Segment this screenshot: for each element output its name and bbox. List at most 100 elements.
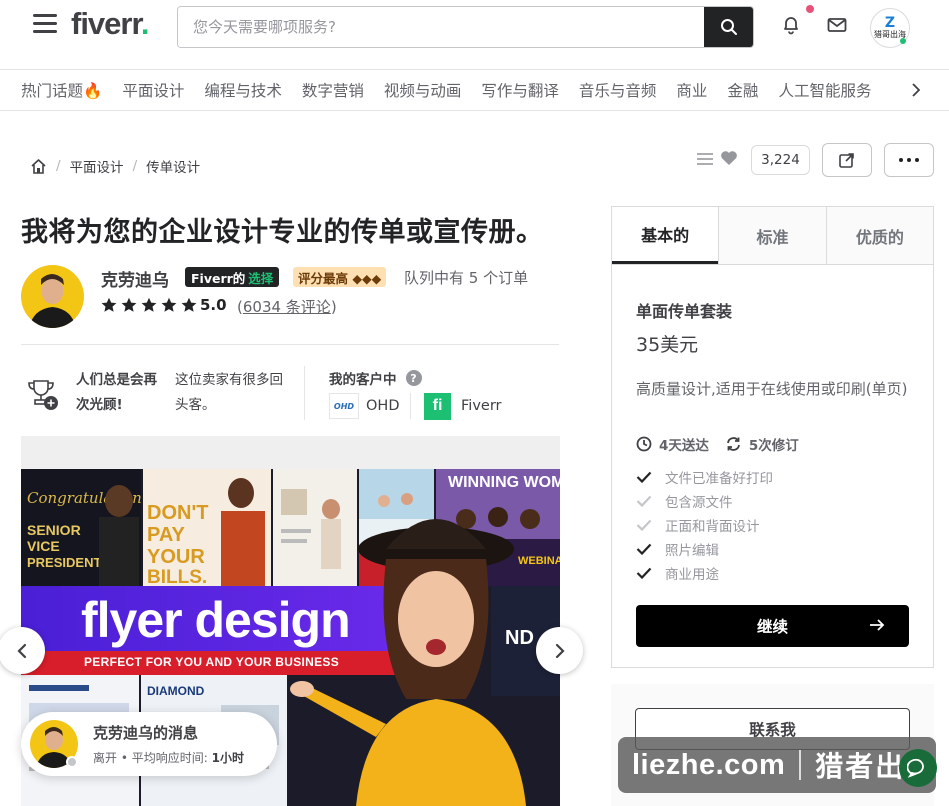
category-digital-marketing[interactable]: 数字营销 — [302, 79, 364, 101]
package-name: 单面传单套装 — [636, 302, 733, 321]
search-icon — [720, 19, 737, 35]
category-writing-translation[interactable]: 写作与翻译 — [481, 79, 559, 101]
review-count-link[interactable]: (6034 条评论) — [237, 296, 337, 317]
feature-item: 包含源文件 — [636, 489, 773, 513]
check-icon — [636, 543, 652, 555]
package-price: 35美元 — [636, 334, 699, 356]
watermark: liezhe.com 猎者出海 — [618, 737, 936, 793]
messages-envelope-icon[interactable] — [826, 14, 848, 36]
svg-text:SENIOR: SENIOR — [27, 522, 81, 538]
repeat-buyers-title: 人们总是会再次光顾! — [76, 372, 157, 413]
breadcrumb-graphic-design[interactable]: 平面设计 — [70, 156, 124, 176]
collage-tile: DON'T PAY YOUR BILLS. — [143, 469, 271, 586]
model-photo — [276, 509, 560, 806]
check-icon — [636, 471, 652, 483]
divider — [410, 393, 411, 419]
notification-dot — [806, 5, 814, 13]
client-fiverr: fi Fiverr — [424, 392, 501, 420]
divider — [21, 344, 559, 345]
fiverr-client-logo: fi — [424, 392, 451, 420]
svg-text:PAY: PAY — [147, 524, 185, 546]
tab-standard[interactable]: 标准 — [718, 207, 826, 264]
ohd-logo: OHD — [329, 393, 359, 419]
client-ohd: OHD OHD — [329, 393, 399, 419]
category-trending[interactable]: 热门话题🔥 — [21, 79, 102, 101]
feature-item: 正面和背面设计 — [636, 513, 773, 537]
category-graphic-design[interactable]: 平面设计 — [122, 79, 184, 101]
breadcrumb-flyer-design[interactable]: 传单设计 — [146, 156, 200, 176]
home-icon[interactable] — [30, 158, 47, 175]
category-finance[interactable]: 金融 — [727, 79, 758, 101]
share-icon — [839, 153, 854, 168]
rating-value: 5.0 — [200, 296, 227, 314]
tab-basic[interactable]: 基本的 — [612, 207, 719, 264]
menu-hamburger-icon[interactable] — [33, 14, 57, 34]
svg-text:BILLS.: BILLS. — [147, 567, 207, 586]
svg-text:DON'T: DON'T — [147, 502, 208, 524]
question-icon[interactable]: ? — [405, 370, 422, 386]
like-count: 3,224 — [751, 145, 810, 175]
category-ai-services[interactable]: 人工智能服务 — [778, 79, 871, 101]
clock-icon — [636, 436, 652, 452]
watermark-latin: liezhe.com — [632, 748, 786, 781]
breadcrumb-separator: / — [56, 158, 61, 174]
list-menu-icon[interactable] — [697, 151, 713, 167]
chevron-right-icon — [555, 643, 565, 658]
category-video-animation[interactable]: 视频与动画 — [384, 79, 462, 101]
more-options-button[interactable] — [884, 143, 934, 177]
category-programming[interactable]: 编程与技术 — [204, 79, 282, 101]
notification-bell-icon[interactable] — [780, 14, 802, 36]
gallery-next-button[interactable] — [536, 627, 583, 674]
star-rating — [101, 295, 201, 315]
chat-bubble-icon[interactable] — [899, 749, 937, 787]
package-tabs: 基本的 标准 优质的 — [612, 207, 933, 265]
feature-item: 照片编辑 — [636, 537, 773, 561]
share-button[interactable] — [822, 143, 872, 177]
message-title: 克劳迪乌的消息 — [93, 724, 199, 742]
fiverr-choice-badge: Fiverr的 选择 — [185, 267, 280, 287]
search-input[interactable] — [178, 7, 705, 47]
heart-icon[interactable] — [720, 150, 740, 168]
chevron-left-icon — [16, 643, 26, 658]
star-icon — [141, 297, 157, 312]
package-description: 高质量设计,适用于在线使用或印刷(单页) — [636, 380, 908, 398]
seller-message-card[interactable]: 克劳迪乌的消息 离开 • 平均响应时间: 1小时 — [21, 712, 277, 776]
continue-button[interactable]: 继续 — [636, 605, 909, 647]
feature-item: 商业用途 — [636, 561, 773, 585]
fiverr-logo[interactable]: fiverr. — [71, 6, 149, 42]
package-meta: 4天送达 5次修订 — [636, 434, 815, 454]
arrow-right-icon — [870, 619, 885, 631]
svg-text:PRESIDENT: PRESIDENT — [27, 555, 101, 570]
seller-avatar[interactable] — [21, 265, 84, 328]
breadcrumb: / 平面设计 / 传单设计 — [30, 155, 200, 177]
collage-tile: Congratulations SENIOR VICE PRESIDENT — [21, 469, 141, 586]
gallery-prev-button[interactable] — [0, 627, 45, 674]
tab-premium[interactable]: 优质的 — [825, 207, 933, 264]
category-business[interactable]: 商业 — [676, 79, 707, 101]
search-button[interactable] — [704, 7, 753, 47]
feature-list: 文件已准备好打印 包含源文件 正面和背面设计 照片编辑 商业用途 — [636, 465, 773, 585]
seller-name[interactable]: 克劳迪乌 — [101, 266, 169, 291]
category-music-audio[interactable]: 音乐与音频 — [579, 79, 657, 101]
svg-text:DIAMOND: DIAMOND — [147, 684, 205, 698]
clients-label: 我的客户中? — [329, 368, 422, 388]
package-panel: 基本的 标准 优质的 单面传单套装 35美元 高质量设计,适用于在线使用或印刷(… — [611, 206, 934, 668]
message-subtitle: 离开 • 平均响应时间: 1小时 — [93, 751, 244, 765]
delivery-time: 4天送达 — [659, 438, 709, 454]
star-icon — [161, 297, 177, 312]
svg-text:YOUR: YOUR — [147, 546, 205, 568]
online-status-dot — [900, 38, 906, 44]
check-icon — [636, 567, 652, 579]
trophy-icon — [26, 378, 60, 412]
watermark-divider — [799, 750, 802, 780]
repeat-buyers-description: 这位卖家有很多回头客。 — [175, 372, 283, 413]
category-nav: 热门话题🔥 平面设计 编程与技术 数字营销 视频与动画 写作与翻译 音乐与音频 … — [0, 69, 949, 111]
star-icon — [101, 297, 117, 312]
away-status-dot — [66, 756, 78, 768]
top-header: fiverr. Z 猎哥出海 — [0, 0, 949, 68]
search-bar — [177, 6, 754, 48]
feature-item: 文件已准备好打印 — [636, 465, 773, 489]
orders-in-queue: 队列中有 5 个订单 — [404, 269, 529, 287]
chevron-right-icon[interactable] — [908, 80, 924, 100]
check-icon — [636, 519, 652, 531]
